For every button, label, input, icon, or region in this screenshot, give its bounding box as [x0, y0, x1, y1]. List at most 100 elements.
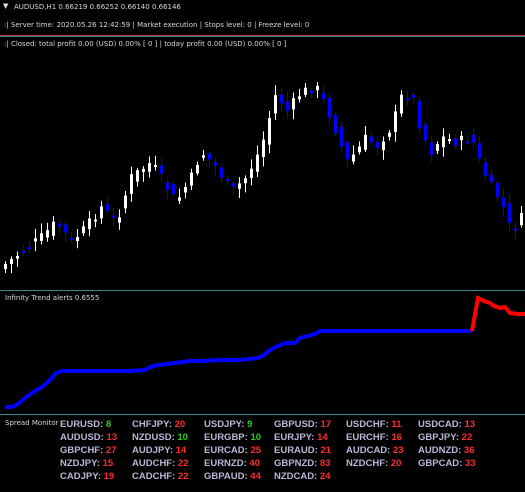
candle-body	[514, 228, 517, 231]
candle-body	[220, 167, 223, 178]
spread-item: GBPCHF: 27	[60, 445, 117, 456]
candle-body	[250, 168, 253, 178]
candle-body	[214, 162, 217, 166]
candle-body	[370, 136, 373, 143]
spread-value: 14	[173, 445, 187, 456]
spread-item: GBPJPY: 22	[418, 432, 472, 443]
candle-body	[322, 93, 325, 100]
spread-symbol: AUDNZD:	[418, 445, 462, 456]
spread-item: EURCAD: 25	[204, 445, 261, 456]
spread-symbol: EURCAD:	[204, 445, 248, 456]
candle-body	[412, 94, 415, 98]
spread-value: 21	[317, 445, 332, 456]
candle-body	[88, 218, 91, 230]
candle-body	[208, 153, 211, 160]
spread-item: CHFJPY: 20	[132, 419, 185, 430]
spread-symbol: USDCHF:	[346, 419, 389, 430]
price-chart-pane[interactable]: :| Closed: total profit 0.00 (USD) 0.00%…	[0, 36, 525, 291]
spread-symbol: GBPJPY:	[418, 432, 460, 443]
candle-body	[154, 164, 157, 167]
candle-body	[244, 178, 247, 184]
spread-symbol: CADJPY:	[60, 471, 101, 482]
spread-value: 17	[317, 419, 332, 430]
candle-body	[70, 237, 73, 240]
spread-symbol: EURAUD:	[274, 445, 318, 456]
candle-body	[64, 224, 67, 233]
trend-line-chart	[5, 295, 525, 409]
spread-value: 33	[462, 458, 476, 469]
spread-value: 8	[103, 419, 112, 430]
candle-body	[328, 97, 331, 118]
candle-body	[448, 139, 451, 142]
candle-body	[466, 141, 469, 144]
spread-value: 10	[174, 432, 188, 443]
spread-value: 19	[101, 471, 115, 482]
spread-symbol: AUDUSD:	[60, 432, 104, 443]
indicator-pane[interactable]: Infinity Trend alerts 0.6555	[0, 290, 525, 415]
candle-body	[40, 233, 43, 241]
spread-value: 13	[461, 419, 476, 430]
spread-value: 22	[459, 432, 473, 443]
candlestick-chart	[4, 81, 523, 274]
triangle-down-icon[interactable]: ▼	[3, 2, 8, 10]
spread-symbol: EURJPY:	[274, 432, 315, 443]
candle-body	[130, 174, 133, 194]
spread-value: 14	[314, 432, 328, 443]
candle-body	[58, 223, 61, 227]
spread-item: GBPCAD: 33	[418, 458, 476, 469]
spread-item: NZDJPY: 15	[60, 458, 113, 469]
candle-body	[472, 134, 475, 143]
candle-body	[238, 183, 241, 189]
candle-body	[490, 174, 493, 183]
candle-body	[478, 143, 481, 159]
candle-body	[280, 94, 283, 104]
spread-symbol: USDCAD:	[418, 419, 462, 430]
candle-body	[262, 139, 265, 158]
candle-body	[142, 168, 145, 172]
candle-body	[460, 135, 463, 141]
candle-body	[148, 163, 151, 172]
spread-item: GBPAUD: 44	[204, 471, 261, 482]
candle-body	[196, 164, 199, 174]
spread-symbol: GBPCAD:	[418, 458, 463, 469]
spread-monitor-title: Spread Monitor	[5, 419, 59, 427]
spread-symbol: AUDJPY:	[132, 445, 173, 456]
spread-symbol: GBPAUD:	[204, 471, 248, 482]
spread-value: 11	[388, 419, 402, 430]
candle-body	[202, 155, 205, 158]
spread-item: CADJPY: 19	[60, 471, 114, 482]
spread-item: AUDJPY: 14	[132, 445, 186, 456]
spread-value: 15	[99, 458, 114, 469]
candle-body	[226, 179, 229, 182]
candle-body	[16, 255, 19, 259]
chart-header: ▼ AUDUSD,H1 0.66219 0.66252 0.66140 0.66…	[0, 0, 525, 16]
spread-symbol: AUDCAD:	[346, 445, 391, 456]
spread-item: EURGBP: 10	[204, 432, 261, 443]
candle-body	[172, 183, 175, 195]
candle-body	[76, 237, 79, 242]
spread-symbol: CADCHF:	[132, 471, 176, 482]
spread-monitor-pane[interactable]: Spread Monitor EURUSD: 8 AUDUSD: 13 GBPCHF…	[0, 414, 525, 492]
spread-value: 44	[247, 471, 261, 482]
spread-value: 40	[246, 458, 260, 469]
spread-symbol: EURNZD:	[204, 458, 247, 469]
candle-body	[406, 98, 409, 101]
candle-body	[178, 197, 181, 201]
spread-item: USDCAD: 13	[418, 419, 475, 430]
spread-value: 13	[103, 432, 118, 443]
candle-body	[22, 250, 25, 253]
spread-item: USDCHF: 11	[346, 419, 401, 430]
spread-symbol: AUDCHF:	[132, 458, 176, 469]
candle-body	[94, 219, 97, 222]
spread-value: 16	[388, 432, 402, 443]
candle-body	[184, 186, 187, 193]
spread-symbol: EURCHF:	[346, 432, 389, 443]
candle-body	[292, 98, 295, 110]
spread-symbol: NZDJPY:	[60, 458, 100, 469]
trend-line-down	[470, 295, 525, 332]
spread-value: 9	[244, 419, 253, 430]
candle-body	[316, 85, 319, 91]
spread-symbol: GBPUSD:	[274, 419, 318, 430]
spread-item: AUDUSD: 13	[60, 432, 117, 443]
candle-body	[502, 197, 505, 208]
